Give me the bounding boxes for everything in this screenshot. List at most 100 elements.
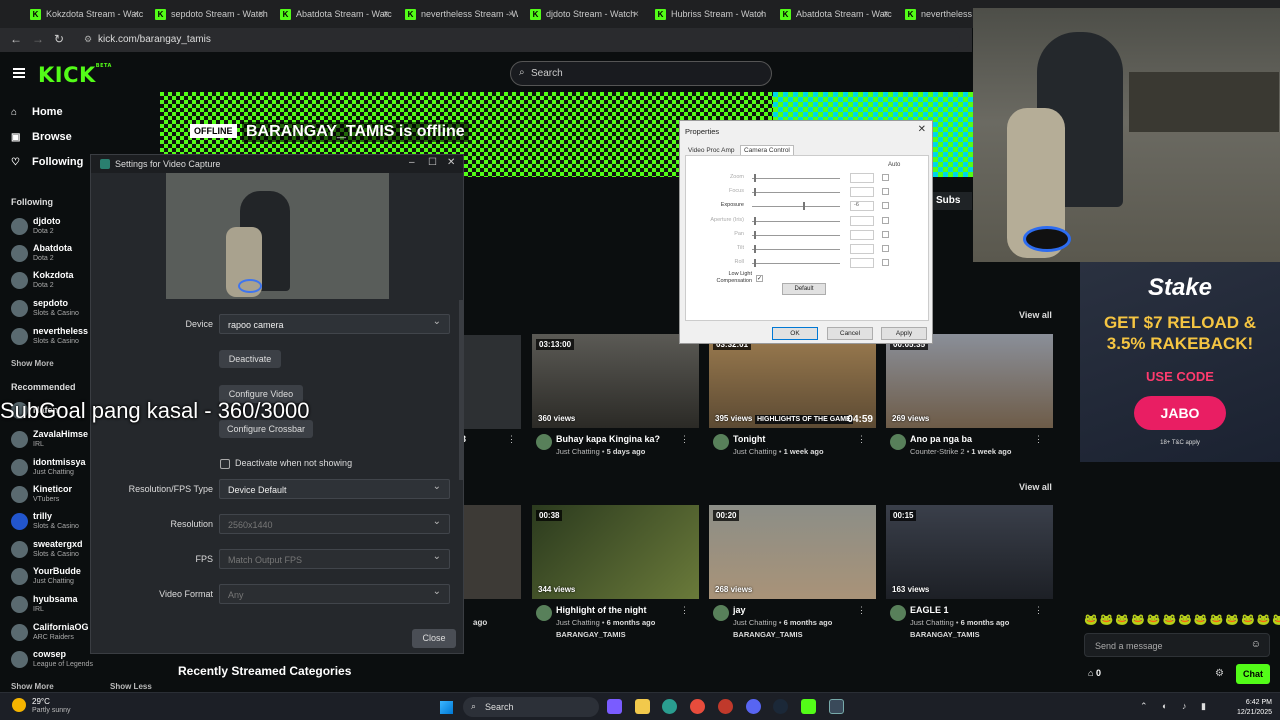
chat-send-button[interactable]: Chat: [1236, 664, 1270, 684]
chrome-icon[interactable]: [690, 699, 705, 714]
slider-thumb[interactable]: [753, 245, 756, 253]
tab-close-icon[interactable]: ×: [883, 9, 889, 20]
video-card[interactable]: 00:20 268 views jay Just Chatting • 6 mon…: [709, 505, 876, 639]
device-select[interactable]: rapoo camera: [219, 314, 450, 334]
browser-tab[interactable]: Kdjdoto Stream - Watch ×: [522, 3, 643, 25]
copilot-icon[interactable]: [607, 699, 622, 714]
browser-tab[interactable]: K Abatdota Stream - Watc ×: [272, 3, 393, 25]
more-options-icon[interactable]: ⋮: [857, 434, 866, 445]
slider-thumb[interactable]: [753, 259, 756, 268]
low-light-checkbox[interactable]: ✓: [756, 275, 763, 282]
scrollbar[interactable]: [459, 300, 463, 480]
more-options-icon[interactable]: ⋮: [1034, 605, 1043, 616]
video-card[interactable]: 03:13:00 360 views Buhay kapa Kingina ka?…: [532, 334, 699, 456]
value-field[interactable]: -6: [850, 201, 874, 212]
slider-thumb[interactable]: [753, 188, 756, 197]
more-options-icon[interactable]: ⋮: [680, 605, 689, 616]
view-all-link[interactable]: View all: [1019, 310, 1052, 320]
deactivate-when-hidden-checkbox[interactable]: [220, 459, 230, 469]
video-card[interactable]: 00:38 344 views Highlight of the night Ju…: [532, 505, 699, 639]
tab-video-proc-amp[interactable]: Video Proc Amp: [688, 147, 735, 154]
video-thumbnail[interactable]: 00:38 344 views: [532, 505, 699, 599]
show-more-following[interactable]: Show More: [11, 359, 54, 368]
auto-checkbox[interactable]: [882, 216, 889, 224]
slider-thumb[interactable]: [753, 174, 756, 182]
res-fps-type-select[interactable]: Device Default: [219, 479, 450, 499]
value-field[interactable]: [850, 173, 874, 183]
default-button[interactable]: Default: [782, 283, 826, 295]
video-thumbnail-partial[interactable]: [464, 505, 521, 599]
video-card[interactable]: 00:05:35 269 views Ano pa nga ba Counter-…: [886, 334, 1053, 456]
video-thumbnail[interactable]: 00:05:35 269 views: [886, 334, 1053, 428]
value-field[interactable]: [850, 258, 874, 269]
auto-checkbox[interactable]: [882, 245, 889, 252]
subs-tab[interactable]: Subs: [930, 192, 972, 210]
tab-close-icon[interactable]: ×: [758, 9, 764, 20]
slider-track[interactable]: [752, 178, 840, 179]
slider-track[interactable]: [752, 220, 840, 222]
nav-following[interactable]: ♡ Following: [11, 156, 83, 168]
slider-thumb[interactable]: [753, 216, 756, 225]
browser-tab[interactable]: K Kokzdota Stream - Watc ×: [22, 3, 143, 25]
browser-icon[interactable]: [662, 699, 677, 714]
auto-checkbox[interactable]: [882, 174, 889, 181]
kick-app-icon[interactable]: [801, 699, 816, 714]
promo-code-button[interactable]: JABO: [1134, 396, 1226, 430]
auto-checkbox[interactable]: [882, 230, 889, 238]
obs-icon[interactable]: [829, 699, 844, 714]
show-less-recommended[interactable]: Show Less: [110, 682, 152, 691]
slider-track[interactable]: [752, 249, 840, 250]
site-info-icon[interactable]: ⚙: [84, 34, 92, 45]
browser-tab[interactable]: Ksepdoto Stream - Watch ×: [147, 3, 268, 25]
more-options-icon[interactable]: ⋮: [1034, 434, 1043, 445]
chat-message-input[interactable]: Send a message ☺: [1084, 633, 1270, 657]
browser-tab[interactable]: K Hubriss Stream - Watch ×: [647, 3, 768, 25]
tab-camera-control[interactable]: Camera Control: [740, 145, 794, 155]
menu-icon[interactable]: [13, 68, 25, 78]
slider-thumb[interactable]: [753, 230, 756, 239]
emote-bar[interactable]: 🐸🐸🐸🐸🐸🐸🐸🐸🐸🐸🐸🐸🐸🐸: [1084, 613, 1280, 627]
nav-home[interactable]: ⌂ Home: [11, 106, 63, 118]
forward-arrow-icon[interactable]: →: [32, 32, 44, 46]
reload-icon[interactable]: ↻: [54, 32, 64, 46]
close-button[interactable]: Close: [412, 629, 456, 648]
value-field[interactable]: [850, 244, 874, 254]
close-icon[interactable]: ✕: [918, 124, 926, 135]
slider-track[interactable]: [752, 234, 840, 236]
view-all-link[interactable]: View all: [1019, 482, 1052, 492]
more-options-icon[interactable]: ⋮: [507, 434, 516, 445]
tab-close-icon[interactable]: ×: [258, 9, 264, 20]
browser-tab[interactable]: Knevertheless Stre: [897, 3, 973, 25]
nav-browse[interactable]: ▣ Browse: [11, 131, 72, 143]
channel-points[interactable]: ⌂ 0: [1088, 668, 1101, 678]
windows-start-icon[interactable]: [440, 701, 453, 714]
close-icon[interactable]: ✕: [447, 157, 455, 168]
slider-thumb[interactable]: [803, 202, 806, 211]
auto-checkbox[interactable]: [882, 188, 889, 196]
video-thumbnail-partial[interactable]: [464, 335, 521, 429]
cancel-button[interactable]: Cancel: [827, 327, 873, 340]
taskbar-search[interactable]: ⌕ Search: [463, 697, 599, 717]
deactivate-button[interactable]: Deactivate: [219, 350, 281, 368]
maximize-icon[interactable]: ☐: [428, 157, 437, 168]
steam-icon[interactable]: [773, 699, 788, 714]
slider-track[interactable]: [752, 192, 840, 194]
video-thumbnail[interactable]: 00:15 163 views: [886, 505, 1053, 599]
kick-logo[interactable]: KICKBETA: [38, 63, 112, 87]
back-arrow-icon[interactable]: ←: [10, 32, 22, 46]
chrome-profile-icon[interactable]: [718, 699, 733, 714]
value-field[interactable]: [850, 229, 874, 240]
browser-tab[interactable]: K Abatdota Stream - Watc ×: [772, 3, 893, 25]
fps-select[interactable]: Match Output FPS: [219, 549, 450, 569]
tab-close-icon[interactable]: ×: [133, 9, 139, 20]
minimize-icon[interactable]: –: [409, 157, 415, 168]
search-input[interactable]: ⌕ Search: [510, 61, 772, 86]
more-options-icon[interactable]: ⋮: [857, 605, 866, 616]
video-format-select[interactable]: Any: [219, 584, 450, 604]
auto-checkbox[interactable]: [882, 202, 889, 210]
slider-track[interactable]: [752, 206, 840, 208]
ok-button[interactable]: OK: [772, 327, 818, 340]
chat-settings-gear-icon[interactable]: ⚙: [1215, 668, 1224, 679]
auto-checkbox[interactable]: [882, 259, 889, 267]
browser-tab[interactable]: Knevertheless Stream - W ×: [397, 3, 518, 25]
